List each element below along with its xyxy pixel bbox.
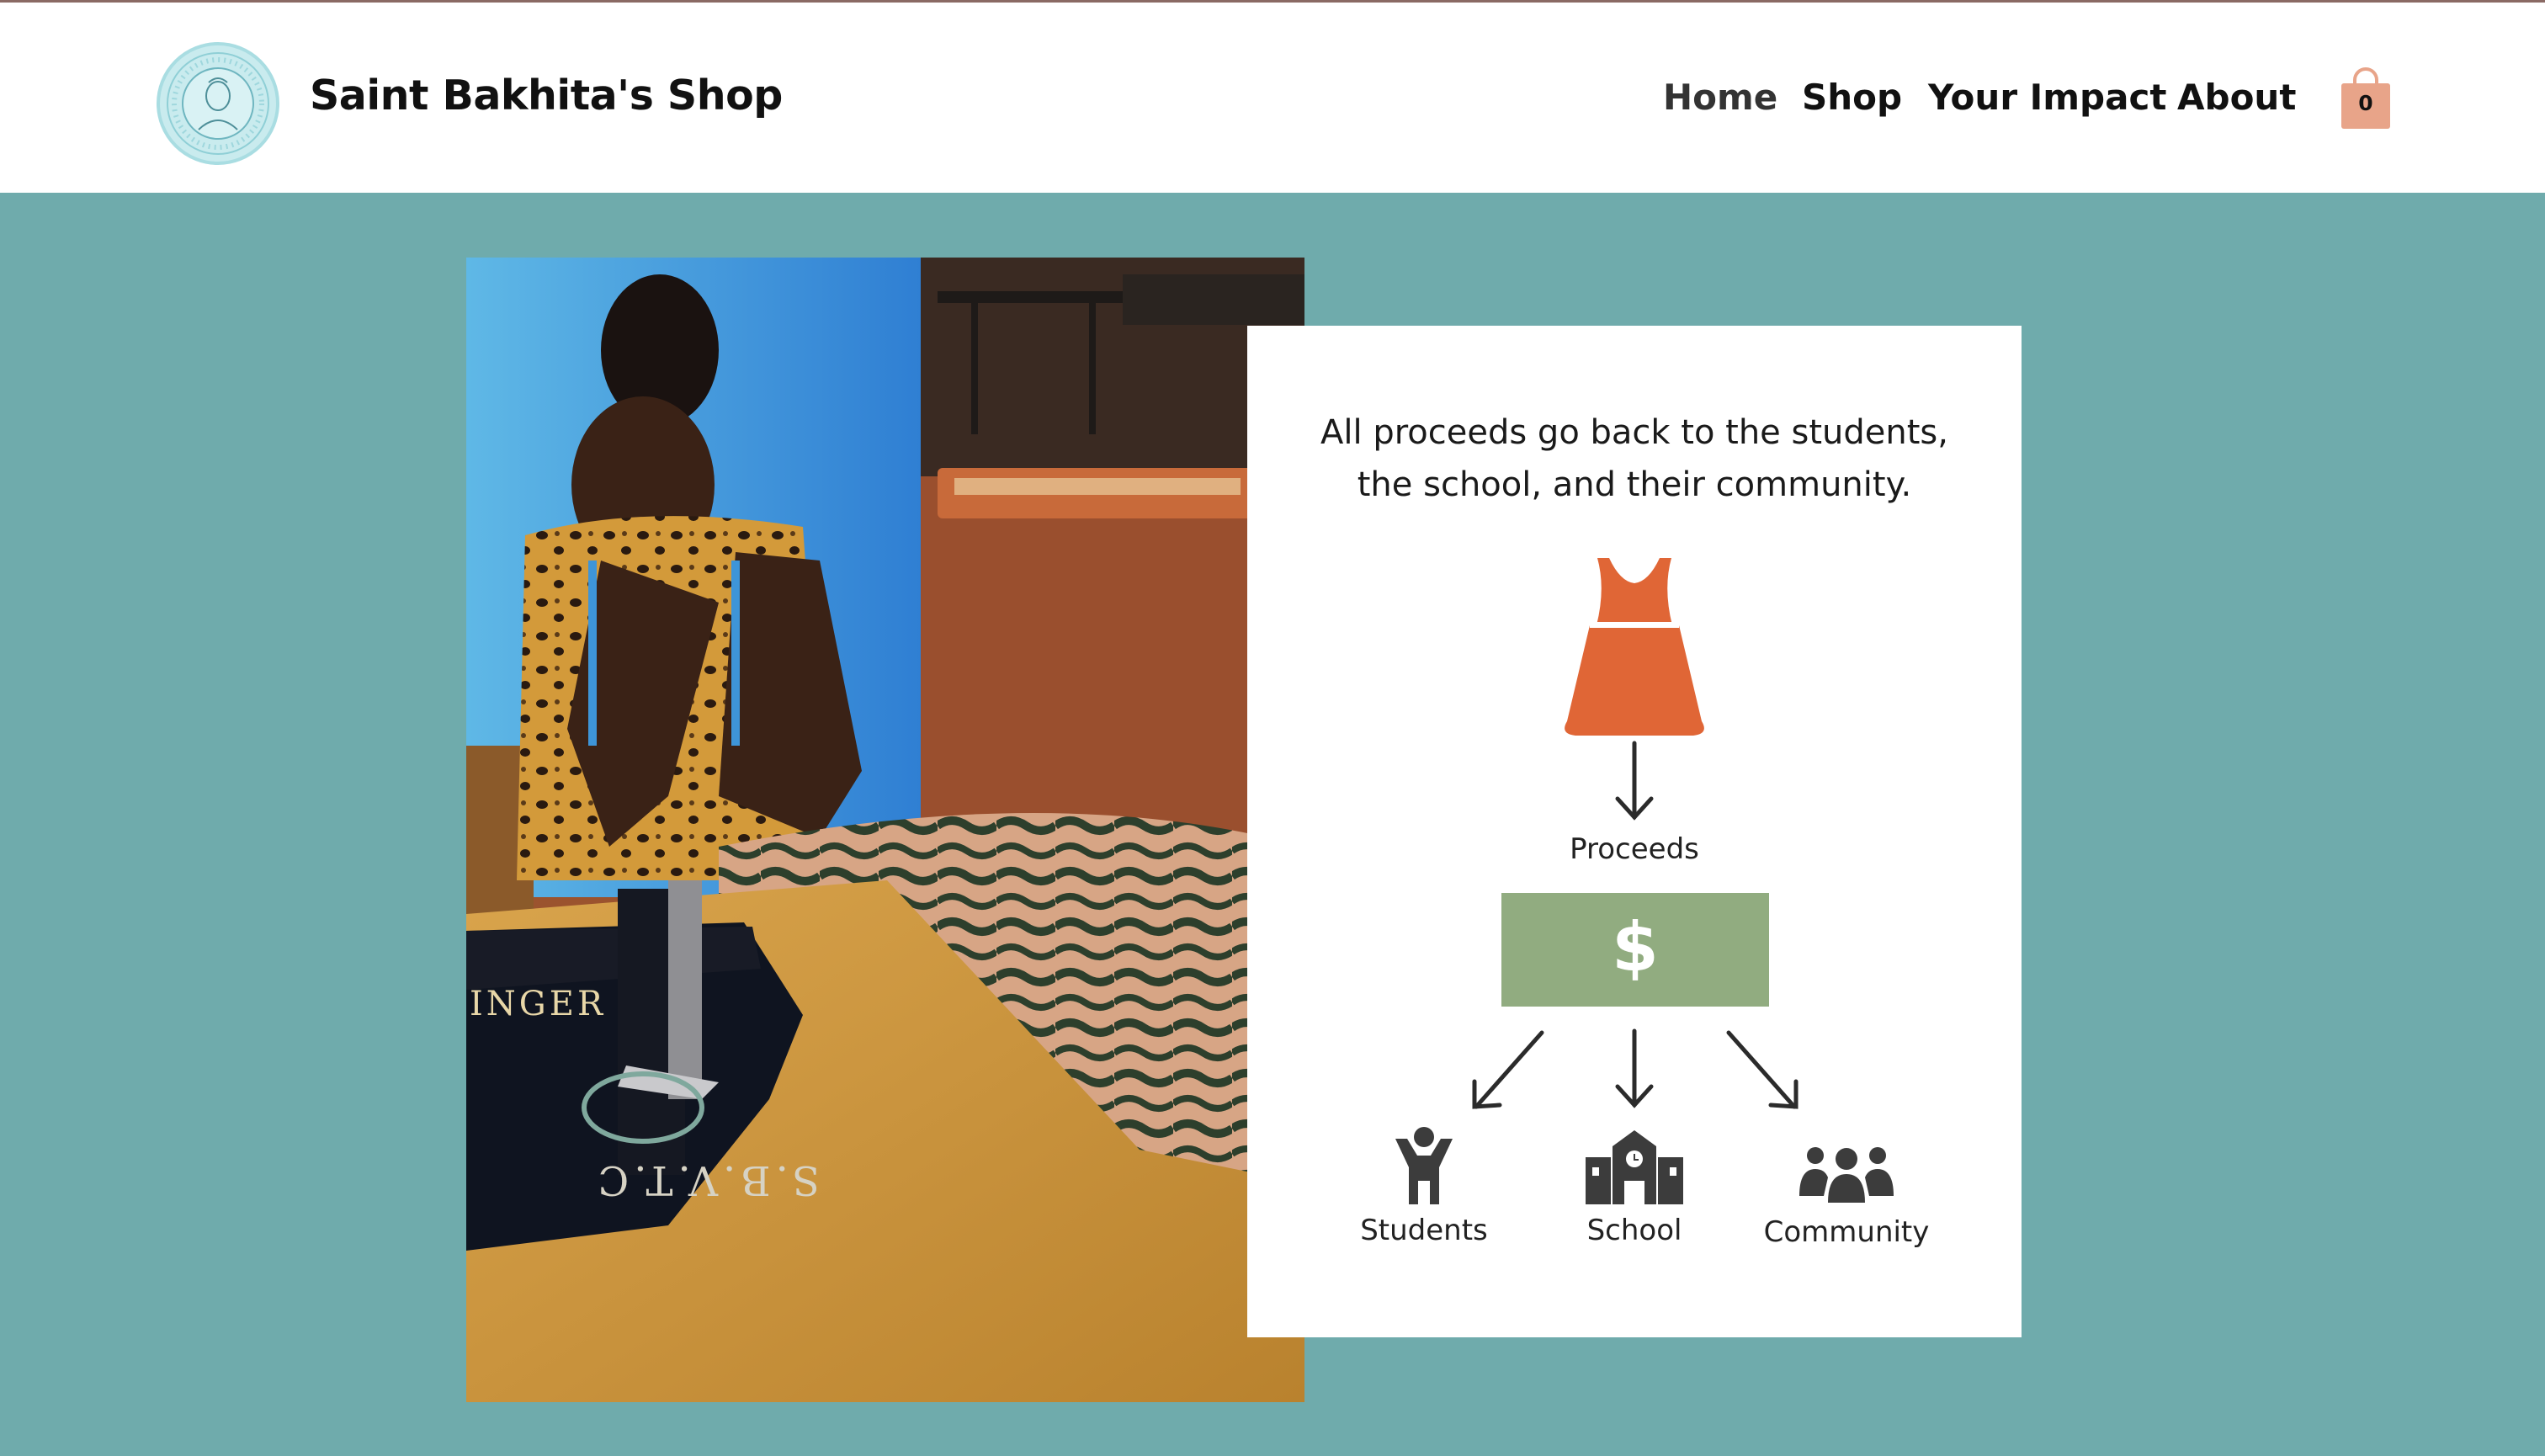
site-header: Saint Bakhita's Shop Home Shop Your Impa… [0,3,2545,193]
beneficiary-community-label: Community [1763,1215,1930,1249]
dress-icon [1565,558,1704,736]
arrow-to-proceeds-icon [1615,741,1654,821]
page: Saint Bakhita's Shop Home Shop Your Impa… [0,0,2545,1456]
money-box: $ [1501,893,1769,1007]
impact-card: All proceeds go back to the students, th… [1247,326,2022,1337]
nav-about[interactable]: About [2177,77,2296,127]
nav-home[interactable]: Home [1663,77,1777,127]
beneficiary-school-label: School [1586,1214,1682,1247]
arrow-to-school-icon [1615,1028,1654,1108]
sewing-scene-image: INGER S.B.V.T.C [466,258,1304,1402]
arrow-to-students-icon [1472,1030,1544,1109]
site-logo[interactable] [157,42,279,165]
dollar-icon: $ [1612,908,1659,986]
site-title[interactable]: Saint Bakhita's Shop [310,72,783,120]
school-seal-logo-icon [167,52,269,155]
machine-brand-text: INGER [470,985,606,1023]
nav-your-impact[interactable]: Your Impact [1928,77,2166,127]
arrow-to-community-icon [1726,1030,1799,1109]
student-sewing-photo: INGER S.B.V.T.C [466,258,1304,1402]
cart-button[interactable]: 0 [2340,66,2392,130]
proceeds-flow-diagram [1395,558,1894,1204]
beneficiary-students-label: Students [1360,1214,1488,1247]
machine-initials-text: S.B.V.T.C [593,1156,820,1204]
community-group-icon [1799,1147,1894,1203]
nav-shop[interactable]: Shop [1802,77,1902,127]
proceeds-label: Proceeds [1570,832,1699,866]
cart-count: 0 [2358,91,2373,115]
school-building-icon [1586,1130,1683,1204]
student-icon [1395,1127,1453,1204]
